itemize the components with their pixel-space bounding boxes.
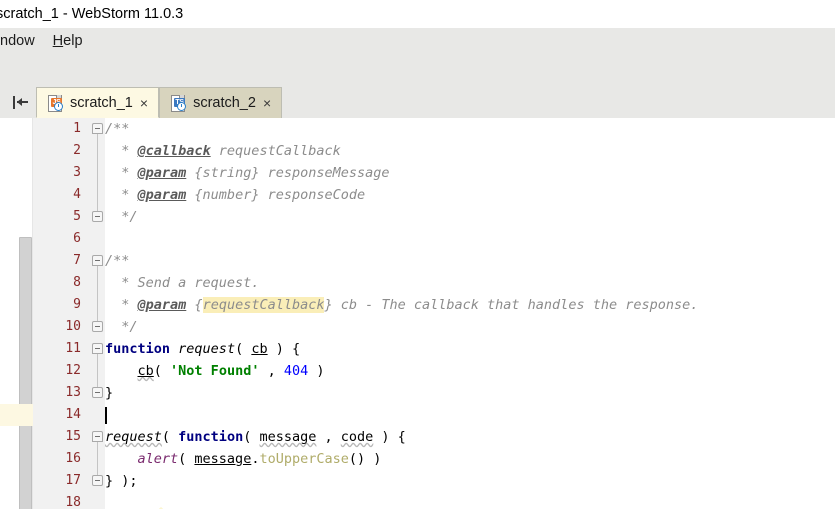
code-line[interactable]: } ); — [105, 470, 835, 492]
fold-region-line-11-13 — [97, 354, 98, 388]
line-number: 8 — [73, 275, 81, 290]
fold-marker-line-13[interactable] — [92, 387, 103, 398]
code-line[interactable]: request( function( message , code ) { — [105, 426, 835, 448]
tab-scratch-1[interactable]: JS scratch_1 × — [36, 87, 160, 118]
fold-marker-line-10[interactable] — [92, 321, 103, 332]
code-line[interactable]: * @callback requestCallback — [105, 140, 835, 162]
menu-item-window-label: ndow — [0, 33, 35, 49]
tab-scratch-2-label: scratch_2 — [193, 95, 256, 111]
code-line[interactable]: * @param {number} responseCode — [105, 184, 835, 206]
code-text-area[interactable]: /** * @callback requestCallback * @param… — [105, 118, 835, 509]
text-caret — [105, 407, 107, 424]
line-number: 9 — [73, 297, 81, 312]
line-number: 11 — [65, 341, 81, 356]
fold-marker-line-17[interactable] — [92, 475, 103, 486]
code-line[interactable]: cb( 'Not Found' , 404 ) — [105, 360, 835, 382]
line-number: 6 — [73, 231, 81, 246]
code-line[interactable] — [105, 492, 835, 509]
javascript-file-icon: JS — [47, 94, 64, 112]
code-line[interactable]: * @param {requestCallback} cb - The call… — [105, 294, 835, 316]
code-line[interactable]: */ — [105, 316, 835, 338]
line-number: 15 — [65, 429, 81, 444]
tab-list: JS scratch_1 × TS scratch_2 × — [36, 86, 283, 118]
tab-scratch-2[interactable]: TS scratch_2 × — [159, 87, 283, 118]
line-number: 16 — [65, 451, 81, 466]
hide-left-panel-button[interactable] — [8, 91, 34, 113]
line-number: 18 — [65, 495, 81, 509]
clock-badge-icon — [177, 102, 187, 111]
identifier-highlight: requestCallback — [202, 297, 325, 313]
toolbar-strip — [0, 54, 835, 87]
tab-scratch-2-close-icon[interactable]: × — [262, 96, 272, 110]
editor-tab-bar: JS scratch_1 × TS scratch_2 × — [0, 86, 835, 119]
line-number: 1 — [73, 121, 81, 136]
line-number: 5 — [73, 209, 81, 224]
line-number: 17 — [65, 473, 81, 488]
code-editor[interactable]: 1 2 3 4 5 6 7 8 9 10 11 12 13 14 15 16 1… — [0, 118, 835, 509]
code-line[interactable]: * @param {string} responseMessage — [105, 162, 835, 184]
code-folding-gutter[interactable] — [90, 118, 106, 509]
clock-badge-icon — [54, 101, 63, 111]
fold-marker-line-7[interactable] — [92, 255, 103, 266]
fold-marker-line-11[interactable] — [92, 343, 103, 354]
fold-region-line-15-17 — [97, 442, 98, 476]
line-number: 13 — [65, 385, 81, 400]
code-line[interactable]: * Send a request. — [105, 272, 835, 294]
fold-marker-line-5[interactable] — [92, 211, 103, 222]
hide-left-panel-icon — [12, 95, 30, 109]
menu-item-window[interactable]: ndow — [0, 28, 44, 54]
code-line[interactable]: function request( cb ) { — [105, 338, 835, 360]
fold-region-line-1-5 — [97, 134, 98, 212]
window-title: scratch_1 - WebStorm 11.0.3 — [0, 6, 184, 22]
menu-item-help[interactable]: Help — [44, 28, 92, 54]
line-number: 3 — [73, 165, 81, 180]
menu-item-help-label: elp — [63, 33, 83, 49]
menu-item-help-mnemonic: H — [52, 33, 64, 49]
line-number-gutter: 1 2 3 4 5 6 7 8 9 10 11 12 13 14 15 16 1… — [33, 118, 91, 509]
code-line[interactable]: /** — [105, 250, 835, 272]
fold-region-line-7-10 — [97, 266, 98, 322]
vertical-scrollbar-thumb[interactable] — [19, 237, 32, 509]
fold-marker-line-1[interactable] — [92, 123, 103, 134]
webstorm-window: scratch_1 - WebStorm 11.0.3 ndow Help JS — [0, 0, 835, 509]
code-line[interactable]: } — [105, 382, 835, 404]
tab-scratch-1-label: scratch_1 — [70, 94, 133, 111]
fold-marker-line-15[interactable] — [92, 431, 103, 442]
line-number: 2 — [73, 143, 81, 158]
line-number: 4 — [73, 187, 81, 202]
line-number: 7 — [73, 253, 81, 268]
tab-scratch-1-close-icon[interactable]: × — [139, 96, 149, 110]
code-line[interactable]: alert( message.toUpperCase() ) — [105, 448, 835, 470]
line-number: 14 — [65, 407, 81, 422]
line-number: 10 — [65, 319, 81, 334]
editor-left-strip — [0, 118, 18, 509]
typescript-file-icon: TS — [170, 94, 187, 112]
menu-bar: ndow Help — [0, 28, 835, 55]
code-line[interactable] — [105, 228, 835, 250]
line-number: 12 — [65, 363, 81, 378]
code-line[interactable] — [105, 404, 835, 426]
code-line[interactable]: /** — [105, 118, 835, 140]
code-line[interactable]: */ — [105, 206, 835, 228]
title-bar: scratch_1 - WebStorm 11.0.3 — [0, 0, 835, 29]
